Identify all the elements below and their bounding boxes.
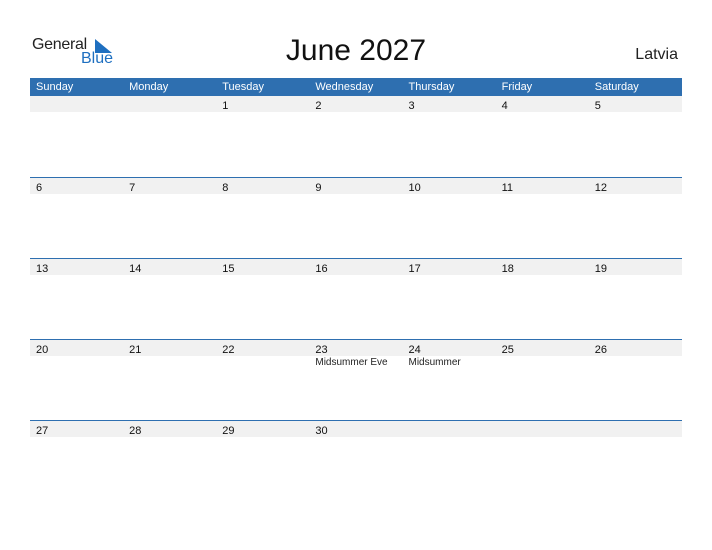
day-number: 8 — [222, 182, 229, 194]
country-label: Latvia — [635, 46, 678, 63]
day-cell: 30 — [309, 421, 402, 437]
date-strip: 20 21 22 23 Midsummer Eve 24 Midsummer 25 26 — [30, 340, 682, 368]
day-number: 19 — [594, 263, 607, 275]
day-cell: 23 Midsummer Eve — [309, 340, 402, 368]
weekday-friday: Friday — [501, 81, 533, 93]
day-number: 6 — [36, 182, 43, 194]
day-cell: 3 — [403, 96, 496, 112]
day-cell: 16 — [309, 259, 402, 275]
weekday-header: Sunday Monday Tuesday Wednesday Thursday… — [30, 78, 682, 96]
day-number: 7 — [129, 182, 136, 194]
date-strip: 6 7 8 9 10 11 12 — [30, 178, 682, 194]
calendar-grid: Sunday Monday Tuesday Wednesday Thursday… — [30, 78, 682, 501]
day-number: 11 — [501, 182, 514, 194]
day-cell: 24 Midsummer — [403, 340, 496, 368]
day-number: 29 — [222, 425, 235, 437]
day-cell: 27 — [30, 421, 123, 437]
day-cell: 5 — [589, 96, 682, 112]
weekday-tuesday: Tuesday — [222, 81, 265, 93]
day-cell: 15 — [216, 259, 309, 275]
date-strip: 1 2 3 4 5 — [30, 96, 682, 112]
day-number: 13 — [36, 263, 49, 275]
day-cell: 7 — [123, 178, 216, 194]
day-cell: 9 — [309, 178, 402, 194]
day-cell: 10 — [403, 178, 496, 194]
day-cell: 12 — [589, 178, 682, 194]
day-number: 20 — [36, 344, 49, 356]
day-cell: 20 — [30, 340, 123, 356]
day-cell — [589, 421, 682, 437]
day-number: 16 — [315, 263, 328, 275]
day-number: 5 — [594, 100, 601, 112]
week-row: 27 28 29 30 — [30, 420, 682, 501]
day-number: 23 — [315, 344, 328, 356]
day-number: 14 — [129, 263, 142, 275]
week-row: 6 7 8 9 10 11 12 — [30, 177, 682, 258]
day-number: 10 — [408, 182, 421, 194]
day-cell: 2 — [309, 96, 402, 112]
week-row: 20 21 22 23 Midsummer Eve 24 Midsummer 25 26 — [30, 339, 682, 420]
day-cell: 8 — [216, 178, 309, 194]
weekday-sunday: Sunday — [36, 81, 74, 93]
holiday-label: Midsummer Eve — [315, 357, 388, 368]
day-number: 12 — [594, 182, 607, 194]
day-cell: 18 — [496, 259, 589, 275]
weekday-monday: Monday — [129, 81, 169, 93]
day-number: 26 — [594, 344, 607, 356]
weekday-saturday: Saturday — [594, 81, 639, 93]
date-strip: 27 28 29 30 — [30, 421, 682, 437]
day-cell: 11 — [496, 178, 589, 194]
day-cell — [496, 421, 589, 437]
day-cell: 26 — [589, 340, 682, 356]
day-number: 22 — [222, 344, 235, 356]
day-cell: 6 — [30, 178, 123, 194]
day-number: 25 — [501, 344, 514, 356]
day-number: 1 — [222, 100, 229, 112]
day-number: 17 — [408, 263, 421, 275]
day-cell: 25 — [496, 340, 589, 356]
day-number: 18 — [501, 263, 514, 275]
day-cell: 4 — [496, 96, 589, 112]
day-number: 4 — [501, 100, 508, 112]
weekday-wednesday: Wednesday — [315, 81, 374, 93]
day-number: 3 — [408, 100, 415, 112]
day-number: 9 — [315, 182, 322, 194]
day-cell: 1 — [216, 96, 309, 112]
day-cell: 19 — [589, 259, 682, 275]
day-number: 15 — [222, 263, 235, 275]
day-cell: 28 — [123, 421, 216, 437]
date-strip: 13 14 15 16 17 18 19 — [30, 259, 682, 275]
holiday-label: Midsummer — [408, 357, 461, 368]
day-cell: 22 — [216, 340, 309, 356]
day-cell: 17 — [403, 259, 496, 275]
day-cell — [30, 96, 123, 112]
day-cell: 13 — [30, 259, 123, 275]
day-cell: 29 — [216, 421, 309, 437]
day-number: 28 — [129, 425, 142, 437]
day-cell — [123, 96, 216, 112]
day-number: 24 — [408, 344, 421, 356]
day-cell — [403, 421, 496, 437]
week-row: 1 2 3 4 5 — [30, 96, 682, 177]
weekday-thursday: Thursday — [408, 81, 455, 93]
calendar-title: June 2027 — [285, 34, 427, 67]
day-cell: 14 — [123, 259, 216, 275]
week-row: 13 14 15 16 17 18 19 — [30, 258, 682, 339]
day-number: 27 — [36, 425, 49, 437]
day-number: 21 — [129, 344, 142, 356]
day-cell: 21 — [123, 340, 216, 356]
weeks-container: 1 2 3 4 5 6 7 8 9 10 11 12 13 14 15 16 17 18 19 20 21 22 23 Mid… — [30, 96, 682, 501]
day-number: 30 — [315, 425, 328, 437]
day-number: 2 — [315, 100, 322, 112]
